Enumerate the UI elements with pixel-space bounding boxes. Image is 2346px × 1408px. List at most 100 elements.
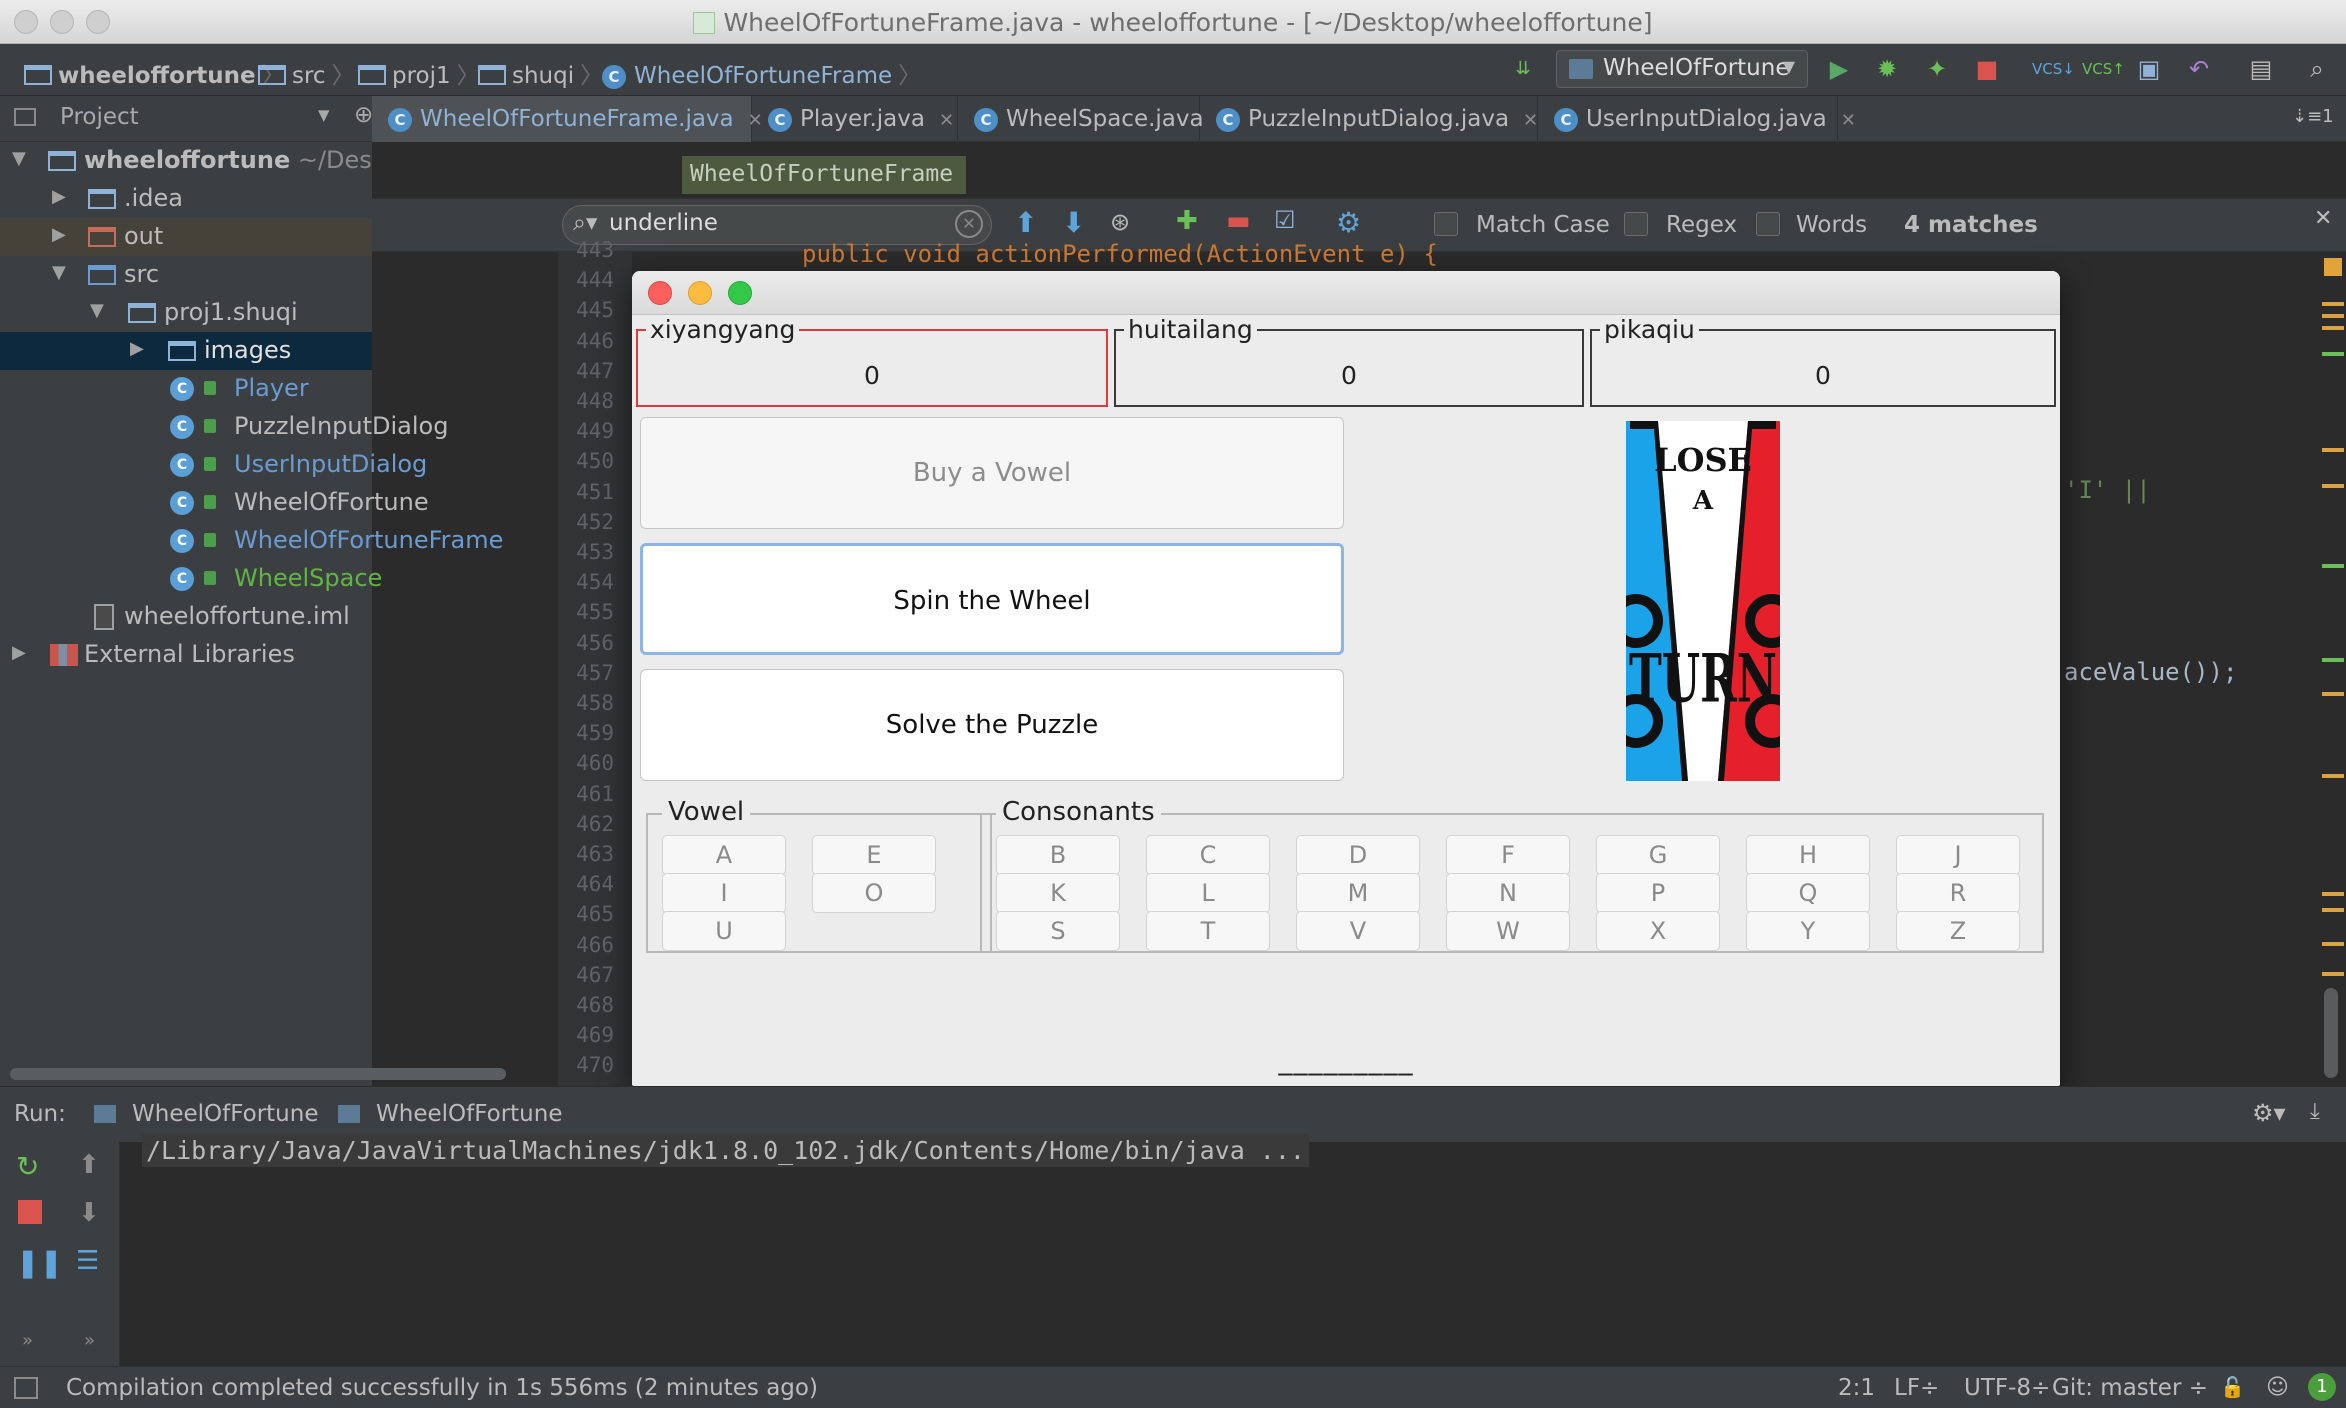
letter-button-k[interactable]: K <box>996 873 1120 913</box>
letter-button-l[interactable]: L <box>1146 873 1270 913</box>
letter-button-n[interactable]: N <box>1446 873 1570 913</box>
letter-button-i[interactable]: I <box>662 873 786 913</box>
letter-button-a[interactable]: A <box>662 835 786 875</box>
letter-button-y[interactable]: Y <box>1746 911 1870 951</box>
letter-button-j[interactable]: J <box>1896 835 2020 875</box>
tree-item-wheel-of-fortune-frame[interactable]: C WheelOfFortuneFrame <box>0 522 503 560</box>
close-find-icon[interactable]: ✕ <box>2314 206 2332 231</box>
add-selection-icon[interactable]: ✚ <box>1176 206 1198 236</box>
inspector-icon[interactable]: ☺ <box>2266 1375 2289 1400</box>
minimize-window-button[interactable] <box>688 281 712 305</box>
chevron-right-icon[interactable]: ▶ <box>52 224 66 245</box>
letter-button-v[interactable]: V <box>1296 911 1420 951</box>
stripe-mark[interactable] <box>2322 658 2344 662</box>
more-icon[interactable]: » <box>84 1330 95 1351</box>
stripe-mark[interactable] <box>2322 892 2344 896</box>
crumb-shuqi[interactable]: shuqi 〉 <box>478 56 603 90</box>
letter-button-p[interactable]: P <box>1596 873 1720 913</box>
remove-selection-icon[interactable]: ▬ <box>1226 206 1251 236</box>
next-occurrence-icon[interactable]: ⬇ <box>1062 206 1085 239</box>
caret-position[interactable]: 2:1 <box>1838 1375 1875 1401</box>
up-icon[interactable]: ⬆ <box>78 1150 100 1180</box>
letter-button-s[interactable]: S <box>996 911 1120 951</box>
line-separator[interactable]: LF÷ <box>1894 1375 1939 1401</box>
letter-button-h[interactable]: H <box>1746 835 1870 875</box>
tree-item-package[interactable]: ▼ proj1.shuqi <box>0 294 372 332</box>
tree-item-wheel-of-fortune[interactable]: C WheelOfFortune <box>0 484 429 522</box>
stripe-mark[interactable] <box>2322 302 2344 306</box>
tree-item-out[interactable]: ▶ out <box>0 218 372 256</box>
spin-wheel-button[interactable]: Spin the Wheel <box>640 543 1344 655</box>
letter-button-b[interactable]: B <box>996 835 1120 875</box>
editor-breadcrumb[interactable]: WheelOfFortuneFrame <box>682 156 966 194</box>
stop-icon[interactable]: ■ <box>1970 52 2004 86</box>
locate-icon[interactable]: ⊕ <box>354 102 373 128</box>
previous-occurrence-icon[interactable]: ⬆ <box>1014 206 1037 239</box>
expand-icon[interactable]: » <box>22 1330 33 1351</box>
search-input[interactable]: ⌕▾ underline ✕ <box>562 205 992 245</box>
clear-search-icon[interactable]: ✕ <box>955 210 983 238</box>
letter-button-c[interactable]: C <box>1146 835 1270 875</box>
gear-icon[interactable]: ⚙▾ <box>2252 1099 2286 1127</box>
letter-button-f[interactable]: F <box>1446 835 1570 875</box>
match-case-checkbox[interactable] <box>1434 212 1458 236</box>
tab-puzzle-input-dialog[interactable]: C PuzzleInputDialog.java ✕ <box>1200 96 1538 142</box>
vcs-update-icon[interactable]: VCS↓ <box>2032 52 2075 86</box>
chevron-right-icon[interactable]: ▶ <box>130 338 144 359</box>
letter-button-x[interactable]: X <box>1596 911 1720 951</box>
letter-button-z[interactable]: Z <box>1896 911 2020 951</box>
tab-player[interactable]: C Player.java ✕ <box>752 96 958 142</box>
letter-button-r[interactable]: R <box>1896 873 2020 913</box>
stripe-mark[interactable] <box>2322 484 2344 488</box>
stop-icon[interactable] <box>18 1200 42 1224</box>
vcs-branch[interactable]: Git: master ÷ <box>2052 1375 2208 1401</box>
find-all-icon[interactable]: ⊛ <box>1110 208 1130 236</box>
encoding[interactable]: UTF-8÷ <box>1964 1375 2050 1401</box>
hide-panel-icon[interactable]: ⤓ <box>2310 1099 2320 1124</box>
letter-button-g[interactable]: G <box>1596 835 1720 875</box>
letter-button-t[interactable]: T <box>1146 911 1270 951</box>
error-stripe[interactable] <box>2312 252 2346 1086</box>
stripe-mark[interactable] <box>2322 448 2344 452</box>
notification-badge[interactable]: 1 <box>2308 1373 2336 1401</box>
vertical-scrollbar[interactable] <box>2324 988 2338 1078</box>
run-tab-1[interactable]: WheelOfFortune <box>94 1101 318 1127</box>
regex-checkbox[interactable] <box>1624 212 1648 236</box>
crumb-proj1[interactable]: proj1 〉 <box>358 56 480 90</box>
crumb-project[interactable]: wheeloffortune 〉 <box>24 56 285 90</box>
stripe-mark[interactable] <box>2322 692 2344 696</box>
pause-icon[interactable]: ❚❚ <box>16 1246 63 1279</box>
soft-wrap-icon[interactable]: ☰ <box>76 1246 99 1276</box>
letter-button-u[interactable]: U <box>662 911 786 951</box>
tree-item-external-libraries[interactable]: ▶ External Libraries <box>0 636 372 674</box>
chevron-down-icon[interactable]: ▼ <box>90 300 104 321</box>
close-icon[interactable]: ✕ <box>939 110 954 131</box>
tree-item-player[interactable]: C Player <box>0 370 372 408</box>
chevron-down-icon[interactable]: ▼ <box>12 148 26 169</box>
revert-icon[interactable]: ↶ <box>2182 52 2216 86</box>
letter-button-w[interactable]: W <box>1446 911 1570 951</box>
tree-item-user-input-dialog[interactable]: C UserInputDialog <box>0 446 427 484</box>
stripe-mark[interactable] <box>2322 326 2344 330</box>
stripe-mark[interactable] <box>2322 972 2344 976</box>
tab-wheel-of-fortune-frame[interactable]: C WheelOfFortuneFrame.java ✕ <box>372 96 763 142</box>
stripe-mark[interactable] <box>2322 942 2344 946</box>
crumb-src[interactable]: src 〉 <box>258 56 355 90</box>
letter-button-q[interactable]: Q <box>1746 873 1870 913</box>
buy-vowel-button[interactable]: Buy a Vowel <box>640 417 1344 529</box>
make-project-icon[interactable]: ⇊ <box>1506 52 1540 86</box>
letter-button-o[interactable]: O <box>812 873 936 913</box>
project-view-select[interactable]: Project <box>60 104 139 130</box>
stripe-mark[interactable] <box>2322 774 2344 778</box>
tree-item-src[interactable]: ▼ src <box>0 256 372 294</box>
solve-puzzle-button[interactable]: Solve the Puzzle <box>640 669 1344 781</box>
lock-icon[interactable]: 🔓 <box>2220 1375 2245 1399</box>
coverage-icon[interactable]: ✦ <box>1920 52 1954 86</box>
letter-button-d[interactable]: D <box>1296 835 1420 875</box>
tree-item-images[interactable]: ▶ images <box>0 332 372 370</box>
run-config-select[interactable]: WheelOfFortune ▼ <box>1556 50 1808 88</box>
close-icon[interactable]: ✕ <box>1841 110 1856 131</box>
tab-wheel-space[interactable]: CWheelSpace.java✕ <box>958 96 1233 142</box>
history-icon[interactable]: ▣ <box>2132 52 2166 86</box>
project-structure-icon[interactable]: ▤ <box>2244 52 2278 86</box>
